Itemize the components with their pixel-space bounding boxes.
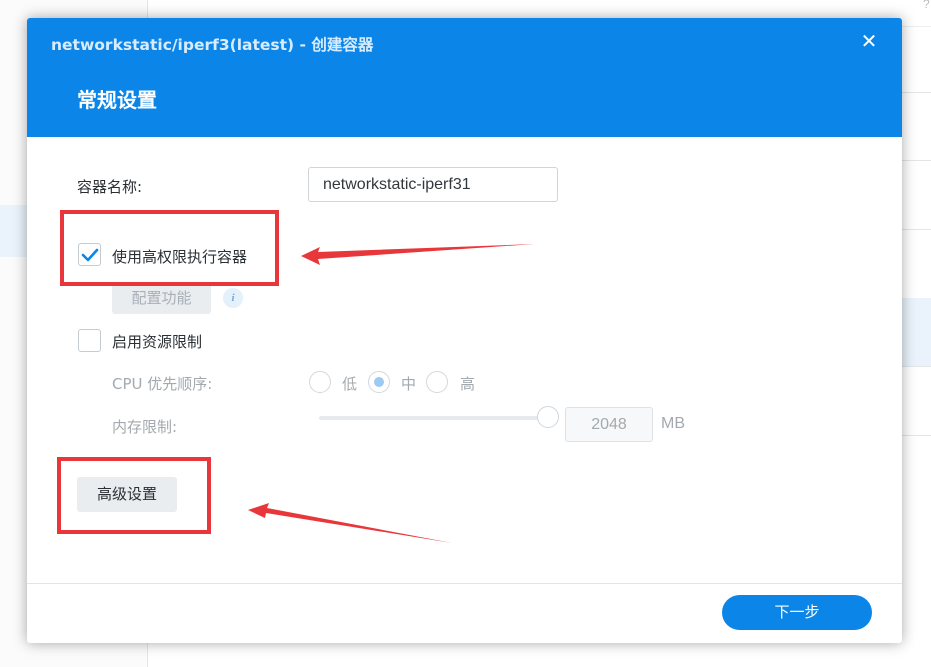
- close-icon[interactable]: ✕: [858, 30, 880, 52]
- background-selected-row: [901, 298, 931, 366]
- dialog-title: networkstatic/iperf3(latest) - 创建容器: [51, 36, 374, 54]
- background-row-divider: [901, 229, 931, 230]
- memory-unit-label: MB: [661, 415, 685, 432]
- cpu-medium-label: 中: [401, 375, 417, 393]
- cpu-high-radio[interactable]: [426, 371, 448, 393]
- cpu-high-label: 高: [460, 375, 476, 393]
- cpu-low-label: 低: [342, 375, 358, 393]
- memory-slider-handle[interactable]: [537, 406, 559, 428]
- footer-divider: [27, 583, 902, 584]
- dialog-header: networkstatic/iperf3(latest) - 创建容器 ✕ 常规…: [27, 18, 902, 137]
- help-icon[interactable]: ?: [923, 0, 931, 11]
- resource-limit-checkbox[interactable]: [78, 329, 101, 352]
- background-sidebar-selected-item: [0, 205, 30, 257]
- annotation-highlight-box: [57, 457, 211, 534]
- section-title: 常规设置: [77, 88, 157, 112]
- cpu-medium-radio[interactable]: [368, 371, 390, 393]
- next-button[interactable]: 下一步: [722, 595, 872, 630]
- annotation-highlight-box: [60, 210, 279, 286]
- memory-limit-input[interactable]: 2048: [565, 407, 653, 442]
- memory-slider-track[interactable]: [319, 416, 551, 420]
- container-name-label: 容器名称:: [77, 178, 143, 196]
- background-row-divider: [901, 366, 931, 367]
- background-row-divider: [901, 92, 931, 93]
- create-container-dialog: networkstatic/iperf3(latest) - 创建容器 ✕ 常规…: [27, 18, 902, 643]
- resource-limit-label: 启用资源限制: [112, 333, 203, 351]
- cpu-low-radio[interactable]: [309, 371, 331, 393]
- background-row-divider: [901, 160, 931, 161]
- background-row-divider: [901, 435, 931, 436]
- cpu-priority-label: CPU 优先顺序:: [112, 375, 213, 393]
- container-name-input[interactable]: networkstatic-iperf31: [308, 167, 558, 202]
- info-icon[interactable]: i: [223, 288, 243, 308]
- memory-limit-label: 内存限制:: [112, 418, 178, 436]
- configure-capabilities-button[interactable]: 配置功能: [112, 282, 211, 314]
